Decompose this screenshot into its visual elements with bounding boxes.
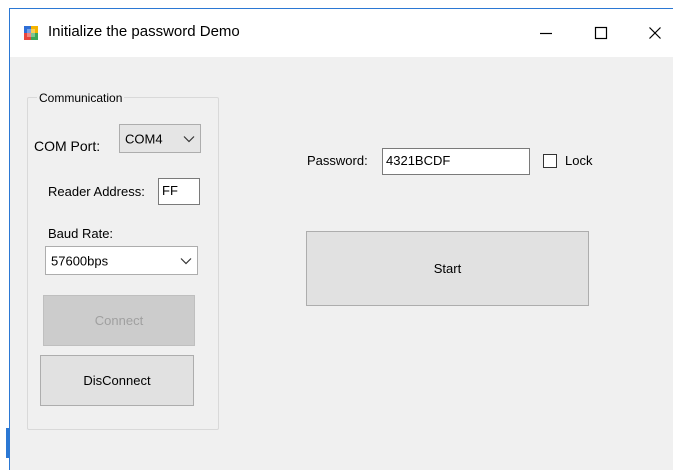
close-button[interactable]	[632, 9, 673, 57]
baud-rate-value: 57600bps	[51, 253, 109, 268]
maximize-icon	[594, 26, 608, 40]
password-label: Password:	[307, 153, 368, 168]
lock-label[interactable]: Lock	[565, 153, 592, 168]
close-icon	[649, 27, 661, 39]
disconnect-button-label: DisConnect	[83, 373, 151, 388]
chevron-down-icon	[180, 257, 192, 264]
connect-button-label: Connect	[94, 313, 144, 328]
start-button[interactable]: Start	[306, 231, 589, 306]
com-port-select[interactable]: COM4	[119, 124, 201, 153]
start-button-label: Start	[433, 261, 462, 276]
window-title: Initialize the password Demo	[48, 23, 240, 40]
baud-rate-label: Baud Rate:	[48, 226, 114, 241]
app-window: Initialize the password Demo Communicati…	[9, 8, 673, 470]
app-icon	[23, 25, 39, 41]
reader-address-label: Reader Address:	[48, 184, 145, 199]
disconnect-button[interactable]: DisConnect	[40, 355, 194, 406]
title-bar: Initialize the password Demo	[10, 9, 673, 57]
com-port-label: COM Port:	[34, 138, 101, 154]
connect-button[interactable]: Connect	[43, 295, 195, 346]
baud-rate-select[interactable]: 57600bps	[45, 246, 198, 275]
minimize-icon	[540, 32, 552, 35]
communication-group-title: Communication	[37, 91, 125, 105]
lock-checkbox[interactable]	[543, 154, 557, 168]
reader-address-field[interactable]: FF	[158, 178, 200, 205]
maximize-button[interactable]	[578, 9, 624, 57]
password-field[interactable]: 4321BCDF	[382, 148, 530, 175]
com-port-value: COM4	[125, 131, 163, 146]
chevron-down-icon	[183, 135, 195, 142]
minimize-button[interactable]	[523, 9, 569, 57]
